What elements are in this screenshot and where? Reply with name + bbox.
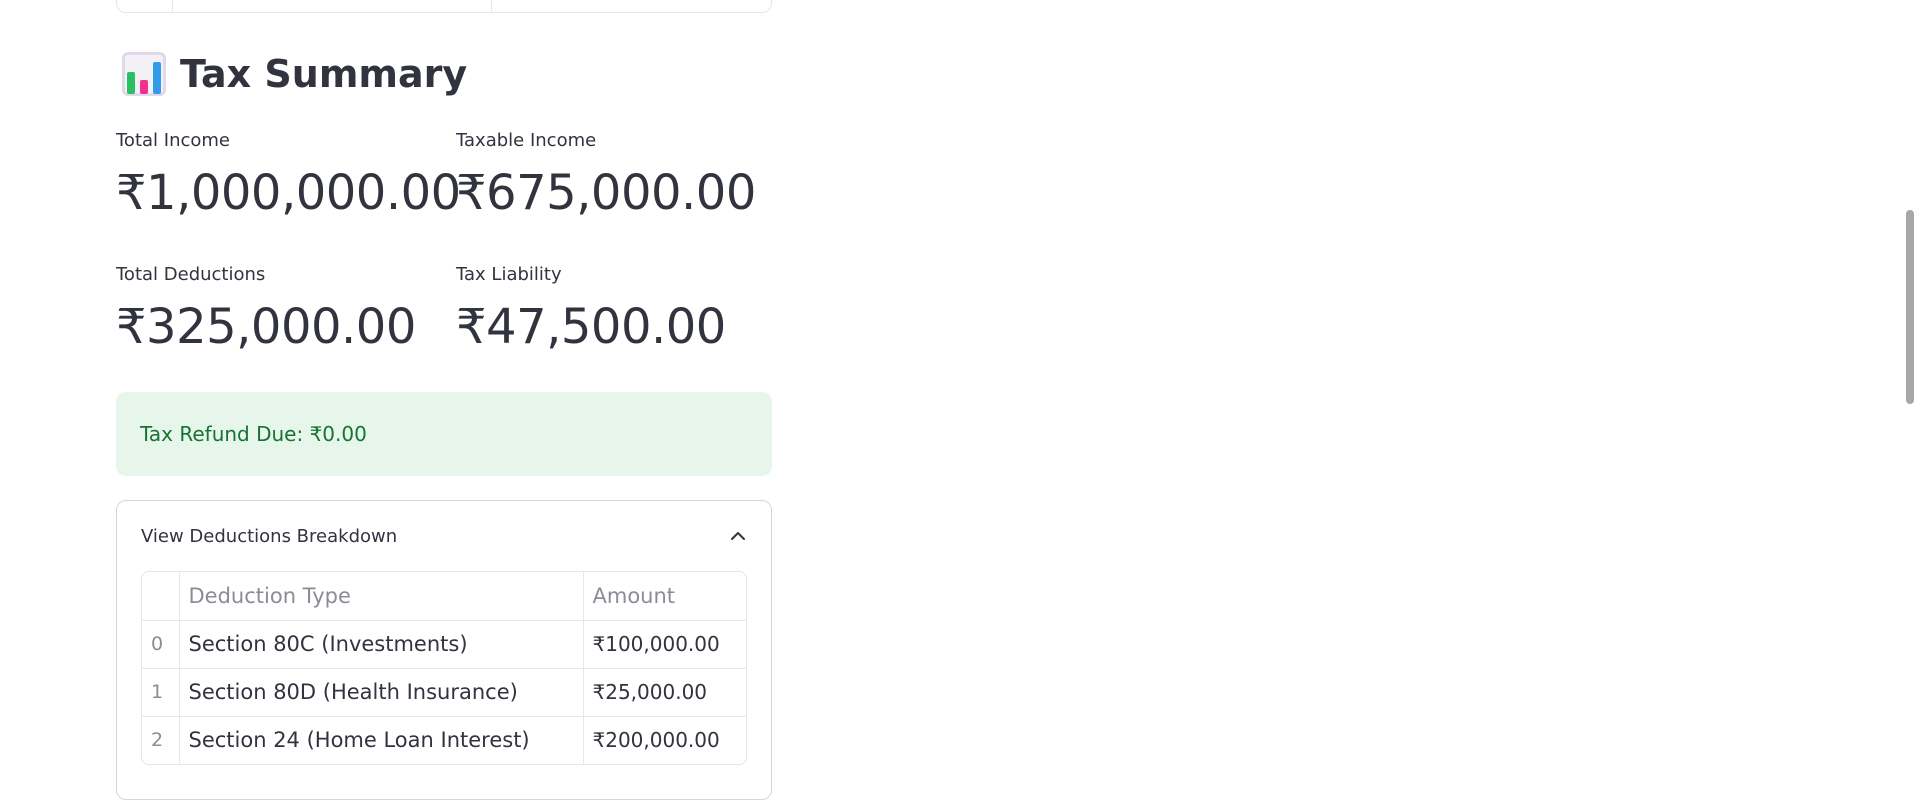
previous-table-bottom (116, 0, 772, 13)
chevron-up-icon[interactable] (729, 527, 747, 545)
row-index: 2 (142, 716, 180, 764)
metric-taxable-income: Taxable Income ₹675,000.00 (456, 130, 756, 221)
metric-value: ₹47,500.00 (456, 299, 726, 355)
section-title: Tax Summary (180, 52, 468, 96)
metric-tax-liability: Tax Liability ₹47,500.00 (456, 264, 726, 355)
bar-chart-icon (122, 52, 166, 96)
deductions-table[interactable]: Deduction Type Amount 0 Section 80C (Inv… (141, 571, 747, 765)
amount-cell[interactable]: ₹200,000.00 (583, 716, 746, 764)
expander-label: View Deductions Breakdown (141, 525, 398, 547)
row-index: 0 (142, 620, 180, 669)
column-divider (172, 0, 173, 12)
amount-column-header[interactable]: Amount (583, 572, 746, 621)
amount-cell[interactable]: ₹100,000.00 (583, 620, 746, 669)
deduction-type-cell[interactable]: Section 80D (Health Insurance) (179, 668, 584, 717)
metric-value: ₹1,000,000.00 (116, 165, 461, 221)
deduction-type-column-header[interactable]: Deduction Type (179, 572, 584, 621)
metric-total-deductions: Total Deductions ₹325,000.00 (116, 264, 416, 355)
table-row: 2 Section 24 (Home Loan Interest) ₹200,0… (142, 716, 746, 764)
page-scrollbar[interactable] (1906, 210, 1914, 404)
deduction-type-cell[interactable]: Section 24 (Home Loan Interest) (179, 716, 584, 764)
deductions-expander: View Deductions Breakdown Deduction Type… (116, 500, 772, 800)
index-column-header (142, 572, 180, 621)
section-heading: Tax Summary (122, 50, 467, 98)
table-header-row: Deduction Type Amount (142, 572, 746, 621)
metric-label: Taxable Income (456, 130, 597, 151)
refund-success-alert: Tax Refund Due: ₹0.00 (116, 392, 772, 476)
metric-label: Total Income (116, 130, 230, 151)
metric-value: ₹325,000.00 (116, 299, 416, 355)
expander-header[interactable]: View Deductions Breakdown (117, 501, 771, 571)
metric-label: Tax Liability (456, 264, 562, 285)
row-index: 1 (142, 668, 180, 717)
metric-value: ₹675,000.00 (456, 165, 756, 221)
table-row: 1 Section 80D (Health Insurance) ₹25,000… (142, 668, 746, 717)
metric-total-income: Total Income ₹1,000,000.00 (116, 130, 461, 221)
column-divider (491, 0, 492, 12)
metric-label: Total Deductions (116, 264, 266, 285)
amount-cell[interactable]: ₹25,000.00 (583, 668, 746, 717)
deduction-type-cell[interactable]: Section 80C (Investments) (179, 620, 584, 669)
alert-text: Tax Refund Due: ₹0.00 (140, 422, 367, 446)
table-row: 0 Section 80C (Investments) ₹100,000.00 (142, 620, 746, 669)
